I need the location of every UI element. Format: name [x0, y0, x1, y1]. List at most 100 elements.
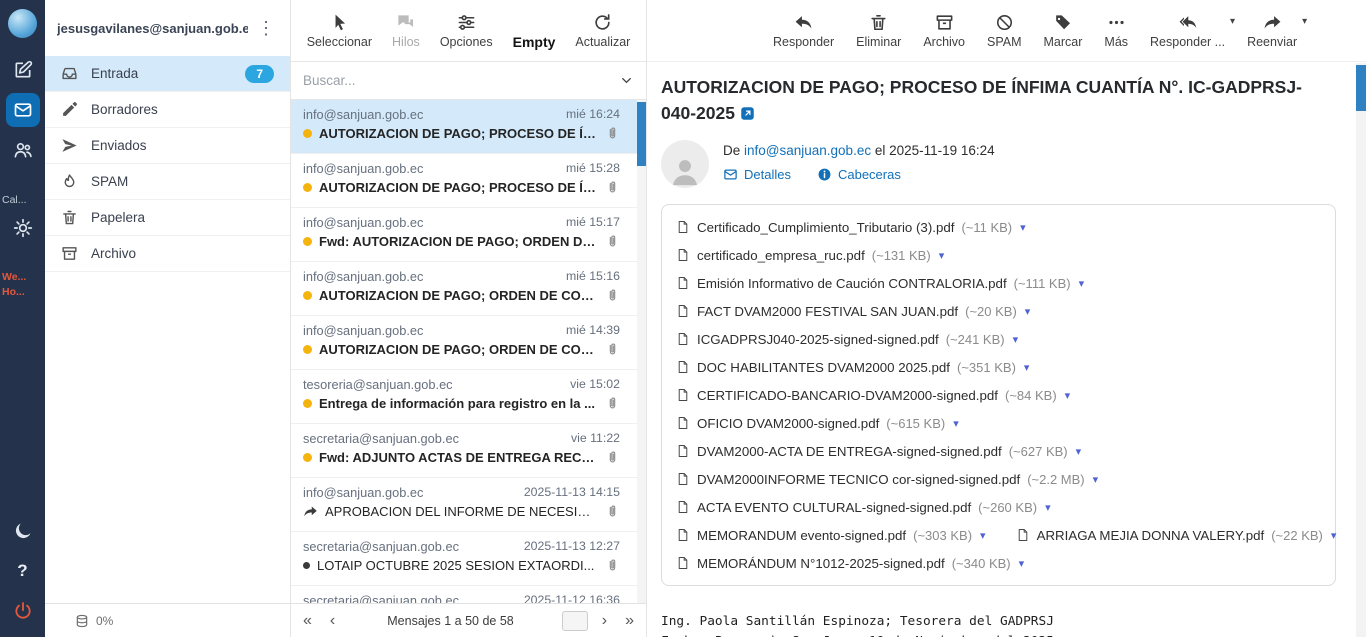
chevron-down-icon[interactable]: ▾	[1013, 333, 1019, 346]
attachment-name: DVAM2000-ACTA DE ENTREGA-signed-signed.p…	[697, 444, 1002, 459]
compose-button[interactable]	[6, 53, 40, 87]
attachment-size: (~2.2 MB)	[1027, 472, 1084, 487]
folder-item-papelera[interactable]: Papelera	[45, 200, 290, 236]
attachment-row: MEMORÁNDUM N°1012-2025-signed.pdf(~340 K…	[676, 549, 1321, 577]
attachment-name: ACTA EVENTO CULTURAL-signed-signed.pdf	[697, 500, 971, 515]
message-row[interactable]: secretaria@sanjuan.gob.ecvie 11:22Fwd: A…	[291, 424, 646, 478]
message-row[interactable]: info@sanjuan.gob.ecmié 15:16AUTORIZACION…	[291, 262, 646, 316]
calendar-nav-label[interactable]: Cal...	[0, 194, 45, 206]
search-input[interactable]	[303, 73, 611, 88]
attachment-size: (~241 KB)	[946, 332, 1005, 347]
attachment-item[interactable]: MEMORANDUM evento-signed.pdf(~303 KB)▾	[676, 527, 986, 543]
attachment-item[interactable]: ICGADPRSJ040-2025-signed-signed.pdf(~241…	[676, 331, 1018, 347]
contacts-nav-button[interactable]	[6, 133, 40, 167]
folder-item-enviados[interactable]: Enviados	[45, 128, 290, 164]
external-link-icon[interactable]	[740, 106, 755, 121]
attachment-item[interactable]: FACT DVAM2000 FESTIVAL SAN JUAN.pdf(~20 …	[676, 303, 1030, 319]
message-row[interactable]: secretaria@sanjuan.gob.ec2025-11-12 16:3…	[291, 586, 646, 603]
folder-item-borradores[interactable]: Borradores	[45, 92, 290, 128]
pencil-icon	[61, 101, 78, 118]
chevron-down-icon[interactable]: ▾	[1076, 445, 1082, 458]
message-row[interactable]: info@sanjuan.gob.ecmié 15:28AUTORIZACION…	[291, 154, 646, 208]
attachment-item[interactable]: OFICIO DVAM2000-signed.pdf(~615 KB)▾	[676, 415, 959, 431]
darkmode-button[interactable]	[6, 514, 40, 548]
folder-item-spam[interactable]: SPAM	[45, 164, 290, 200]
toolbar-button-archivo[interactable]: Archivo	[915, 8, 973, 53]
chevron-down-icon[interactable]: ▾	[1045, 501, 1051, 514]
kebab-menu-icon[interactable]: ⋮	[254, 18, 278, 39]
message-row[interactable]: info@sanjuan.gob.ecmié 14:39AUTORIZACION…	[291, 316, 646, 370]
chevron-down-icon[interactable]: ▾	[1079, 277, 1085, 290]
details-toggle[interactable]: Detalles	[723, 167, 791, 182]
attachment-row: MEMORANDUM evento-signed.pdf(~303 KB)▾AR…	[676, 521, 1321, 549]
first-page-button[interactable]: «	[299, 612, 316, 630]
folder-item-archivo[interactable]: Archivo	[45, 236, 290, 272]
toolbar-button-label: Responder	[773, 35, 834, 49]
chevron-down-icon[interactable]: ▾	[1019, 557, 1025, 570]
message-subject-title: AUTORIZACION DE PAGO; PROCESO DE ÍNFIMA …	[661, 74, 1306, 126]
toolbar-button-responder[interactable]: Responder	[765, 8, 842, 53]
search-options-chevron-icon[interactable]	[619, 73, 634, 88]
attachment-item[interactable]: ARRIAGA MEJIA DONNA VALERY.pdf(~22 KB)▾	[1016, 527, 1337, 543]
attachment-item[interactable]: Emisión Informativo de Caución CONTRALOR…	[676, 275, 1084, 291]
toolbar-button-empty[interactable]: Empty	[505, 7, 564, 54]
chevron-down-icon[interactable]: ▾	[1065, 389, 1071, 402]
attachment-item[interactable]: Certificado_Cumplimiento_Tributario (3).…	[676, 219, 1026, 235]
toolbar-button-marcar[interactable]: Marcar	[1036, 8, 1091, 53]
list-scrollbar-thumb[interactable]	[637, 102, 646, 166]
list-scrollbar[interactable]	[637, 100, 646, 603]
help-button[interactable]: ?	[6, 554, 40, 588]
chevron-down-icon[interactable]: ▾	[1025, 305, 1031, 318]
trash-icon	[61, 209, 78, 226]
attachment-item[interactable]: CERTIFICADO-BANCARIO-DVAM2000-signed.pdf…	[676, 387, 1070, 403]
page-jump-box[interactable]	[562, 611, 588, 631]
last-page-button[interactable]: »	[621, 612, 638, 630]
chevron-down-icon[interactable]: ▾	[1093, 473, 1099, 486]
chevron-down-icon[interactable]: ▾	[1230, 16, 1235, 27]
toolbar-button-opciones[interactable]: Opciones	[432, 8, 501, 53]
attachment-item[interactable]: ACTA EVENTO CULTURAL-signed-signed.pdf(~…	[676, 499, 1051, 515]
attachment-item[interactable]: MEMORÁNDUM N°1012-2025-signed.pdf(~340 K…	[676, 555, 1024, 571]
attachment-item[interactable]: DVAM2000-ACTA DE ENTREGA-signed-signed.p…	[676, 443, 1081, 459]
chevron-down-icon[interactable]: ▾	[1020, 221, 1026, 234]
chevron-down-icon[interactable]: ▾	[939, 249, 945, 262]
settings-nav-button[interactable]	[6, 211, 40, 245]
message-row[interactable]: secretaria@sanjuan.gob.ec2025-11-13 12:2…	[291, 532, 646, 586]
toolbar-button-ma-s[interactable]: Más	[1096, 8, 1136, 53]
attachment-item[interactable]: DOC HABILITANTES DVAM2000 2025.pdf(~351 …	[676, 359, 1029, 375]
pdf-file-icon	[676, 499, 690, 515]
toolbar-button-spam[interactable]: SPAM	[979, 8, 1030, 53]
chevron-down-icon[interactable]: ▾	[1302, 16, 1307, 27]
toolbar-button-reenviar[interactable]: Reenviar▾	[1239, 8, 1305, 53]
attachment-item[interactable]: certificado_empresa_ruc.pdf(~131 KB)▾	[676, 247, 944, 263]
toolbar-button-hilos[interactable]: Hilos	[384, 8, 428, 53]
reader-scrollbar[interactable]	[1356, 63, 1366, 637]
toolbar-button-responder[interactable]: Responder ...▾	[1142, 8, 1233, 53]
toolbar-button-eliminar[interactable]: Eliminar	[848, 8, 909, 53]
prev-page-button[interactable]: ‹	[326, 612, 339, 630]
mail-nav-button[interactable]	[6, 93, 40, 127]
reader-scrollbar-thumb[interactable]	[1356, 65, 1366, 111]
plugin-nav-label[interactable]: We...Ho...	[0, 270, 45, 300]
chevron-down-icon[interactable]: ▾	[1024, 361, 1030, 374]
message-row[interactable]: info@sanjuan.gob.ec2025-11-13 14:15APROB…	[291, 478, 646, 532]
chevron-down-icon[interactable]: ▾	[953, 417, 959, 430]
app-logo[interactable]	[8, 9, 37, 38]
message-row[interactable]: tesoreria@sanjuan.gob.ecvie 15:02Entrega…	[291, 370, 646, 424]
next-page-button[interactable]: ›	[598, 612, 611, 630]
message-date-text: el 2025-11-19 16:24	[875, 143, 995, 158]
toolbar-button-seleccionar[interactable]: Seleccionar	[299, 8, 380, 53]
logout-button[interactable]	[6, 594, 40, 628]
junk-icon	[995, 12, 1014, 32]
sender-email-link[interactable]: info@sanjuan.gob.ec	[744, 143, 871, 158]
message-row[interactable]: info@sanjuan.gob.ecmié 16:24AUTORIZACION…	[291, 100, 646, 154]
attachment-name: DVAM2000INFORME TECNICO cor-signed-signe…	[697, 472, 1020, 487]
toolbar-button-actualizar[interactable]: Actualizar	[567, 8, 638, 53]
headers-toggle[interactable]: Cabeceras	[817, 167, 901, 182]
attachment-item[interactable]: DVAM2000INFORME TECNICO cor-signed-signe…	[676, 471, 1098, 487]
message-row[interactable]: info@sanjuan.gob.ecmié 15:17Fwd: AUTORIZ…	[291, 208, 646, 262]
chevron-down-icon[interactable]: ▾	[1331, 529, 1337, 542]
folder-label: Borradores	[91, 102, 158, 117]
folder-item-entrada[interactable]: Entrada7	[45, 56, 290, 92]
chevron-down-icon[interactable]: ▾	[980, 529, 986, 542]
